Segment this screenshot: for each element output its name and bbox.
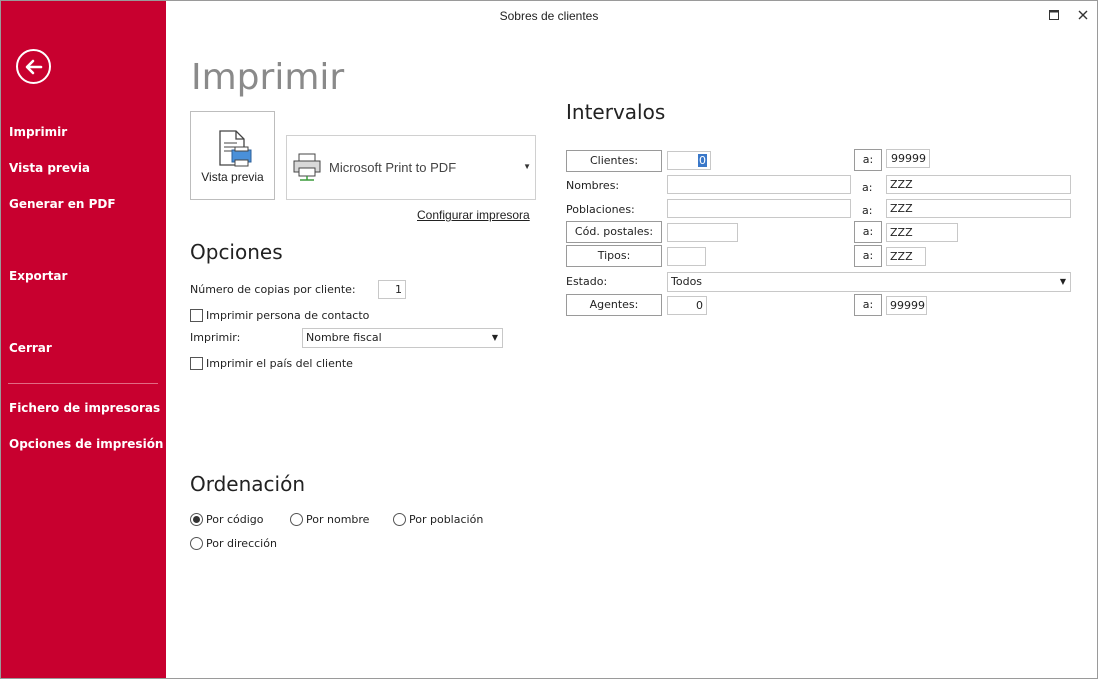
- nombres-to-input[interactable]: ZZZ: [886, 175, 1071, 194]
- sort-by-name-radio[interactable]: [290, 513, 303, 526]
- sidebar-item-vista-previa[interactable]: Vista previa: [9, 161, 90, 175]
- imprimir-label: Imprimir:: [190, 331, 241, 344]
- estado-select[interactable]: Todos ▼: [667, 272, 1071, 292]
- nombres-from-input[interactable]: [667, 175, 851, 194]
- back-arrow-icon: [25, 59, 42, 75]
- cod-postales-button[interactable]: Cód. postales:: [566, 221, 662, 243]
- poblaciones-to-input[interactable]: ZZZ: [886, 199, 1071, 218]
- copies-input[interactable]: 1: [378, 280, 406, 299]
- sidebar: Imprimir Vista previa Generar en PDF Exp…: [1, 1, 166, 678]
- clientes-to-button[interactable]: a:: [854, 149, 882, 171]
- imprimir-select-value: Nombre fiscal: [306, 331, 382, 344]
- sort-by-code-radio[interactable]: [190, 513, 203, 526]
- tipos-to-input[interactable]: ZZZ: [886, 247, 926, 266]
- tipos-button[interactable]: Tipos:: [566, 245, 662, 267]
- sort-by-address-label[interactable]: Por dirección: [206, 537, 277, 550]
- chevron-down-icon: ▼: [523, 162, 531, 171]
- maximize-button[interactable]: [1043, 5, 1065, 27]
- copies-label: Número de copias por cliente:: [190, 283, 356, 296]
- printer-icon: [293, 153, 321, 181]
- cod-postales-to-button[interactable]: a:: [854, 221, 882, 243]
- agentes-to-input[interactable]: 99999: [886, 296, 927, 315]
- printer-name: Microsoft Print to PDF: [329, 160, 457, 175]
- estado-select-value: Todos: [671, 275, 703, 288]
- agentes-button[interactable]: Agentes:: [566, 294, 662, 316]
- poblaciones-a-label: a:: [862, 204, 873, 217]
- sort-by-name-label[interactable]: Por nombre: [306, 513, 369, 526]
- tipos-to-button[interactable]: a:: [854, 245, 882, 267]
- print-country-label: Imprimir el país del cliente: [206, 357, 353, 370]
- app-window: Sobres de clientes Imprimir Vista previa…: [0, 0, 1098, 679]
- print-contact-checkbox[interactable]: [190, 309, 203, 322]
- ordenacion-heading: Ordenación: [190, 472, 306, 496]
- opciones-heading: Opciones: [190, 240, 283, 264]
- printer-select[interactable]: Microsoft Print to PDF ▼: [286, 135, 536, 200]
- nombres-a-label: a:: [862, 181, 873, 194]
- sidebar-item-exportar[interactable]: Exportar: [9, 269, 67, 283]
- clientes-button[interactable]: Clientes:: [566, 150, 662, 172]
- sidebar-item-cerrar[interactable]: Cerrar: [9, 341, 52, 355]
- close-button[interactable]: [1072, 5, 1094, 27]
- estado-label: Estado:: [566, 275, 608, 288]
- sidebar-divider: [8, 383, 158, 384]
- preview-button[interactable]: Vista previa: [190, 111, 275, 200]
- nombres-label: Nombres:: [566, 179, 620, 192]
- sidebar-item-opciones-impresion[interactable]: Opciones de impresión: [9, 437, 163, 451]
- cod-postales-from-input[interactable]: [667, 223, 738, 242]
- configure-printer-link[interactable]: Configurar impresora: [417, 208, 530, 222]
- poblaciones-label: Poblaciones:: [566, 203, 635, 216]
- sort-by-address-radio[interactable]: [190, 537, 203, 550]
- intervalos-heading: Intervalos: [566, 100, 666, 124]
- agentes-from-input[interactable]: 0: [667, 296, 707, 315]
- sort-by-population-label[interactable]: Por población: [409, 513, 483, 526]
- chevron-down-icon: ▼: [491, 333, 498, 342]
- cod-postales-to-input[interactable]: ZZZ: [886, 223, 958, 242]
- clientes-from-input[interactable]: 0: [667, 151, 711, 170]
- imprimir-select[interactable]: Nombre fiscal ▼: [302, 328, 503, 348]
- sidebar-item-imprimir[interactable]: Imprimir: [9, 125, 67, 139]
- print-country-checkbox[interactable]: [190, 357, 203, 370]
- close-icon: [1078, 8, 1088, 23]
- sort-by-code-label[interactable]: Por código: [206, 513, 264, 526]
- chevron-down-icon: ▼: [1059, 277, 1066, 286]
- sort-by-population-radio[interactable]: [393, 513, 406, 526]
- agentes-to-button[interactable]: a:: [854, 294, 882, 316]
- clientes-to-input[interactable]: 99999: [886, 149, 930, 168]
- sidebar-item-fichero-impresoras[interactable]: Fichero de impresoras: [9, 401, 160, 415]
- poblaciones-from-input[interactable]: [667, 199, 851, 218]
- page-title: Imprimir: [191, 57, 345, 98]
- document-preview-icon: [219, 130, 252, 167]
- preview-button-label: Vista previa: [201, 170, 264, 184]
- maximize-icon: [1049, 8, 1059, 23]
- back-button[interactable]: [16, 49, 51, 84]
- sidebar-item-generar-pdf[interactable]: Generar en PDF: [9, 197, 116, 211]
- tipos-from-input[interactable]: [667, 247, 706, 266]
- print-contact-label: Imprimir persona de contacto: [206, 309, 370, 322]
